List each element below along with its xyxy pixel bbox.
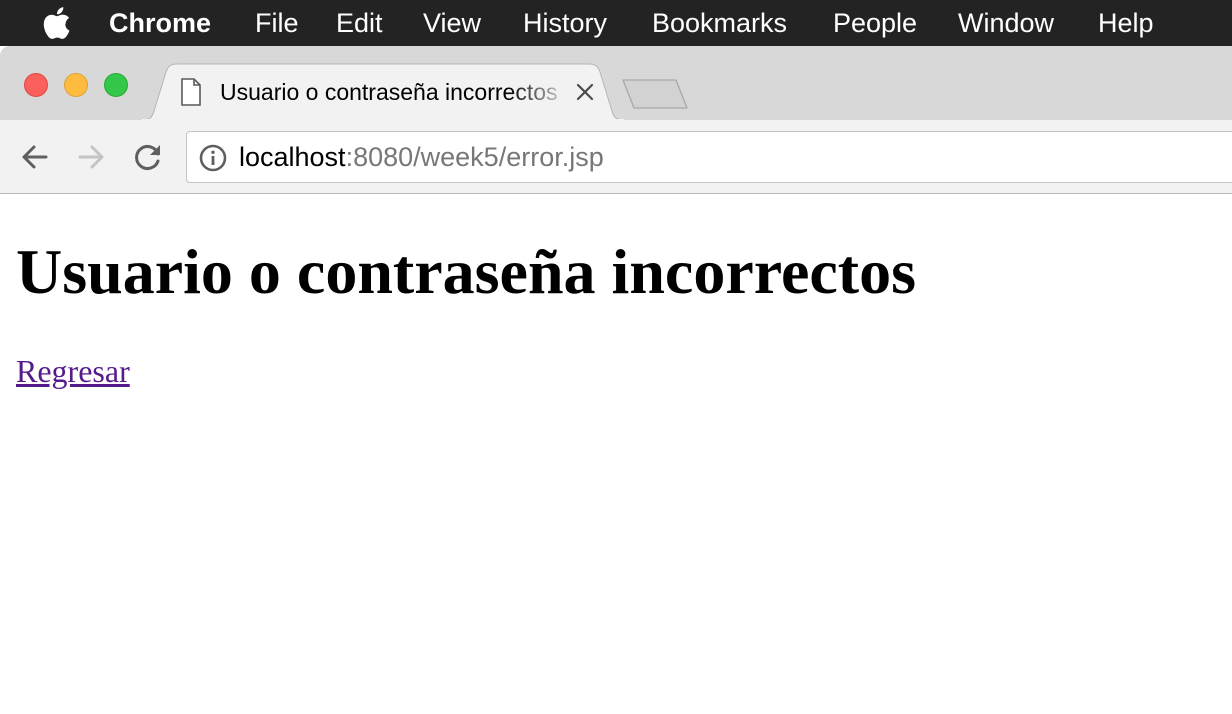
url-text[interactable]: localhost:8080/week5/error.jsp [239, 132, 604, 182]
menu-help[interactable]: Help [1098, 6, 1154, 40]
address-bar[interactable]: localhost:8080/week5/error.jsp [186, 131, 1232, 183]
new-tab-button[interactable] [620, 77, 690, 111]
url-path: :8080/week5/error.jsp [345, 142, 604, 172]
menu-chrome[interactable]: Chrome [109, 6, 211, 40]
tab-title: Usuario o contraseña incorrectos [220, 78, 558, 105]
close-window-button[interactable] [24, 73, 48, 97]
menu-history[interactable]: History [523, 6, 607, 40]
minimize-window-button[interactable] [64, 73, 88, 97]
menu-window[interactable]: Window [958, 6, 1054, 40]
page-content: Usuario o contraseña incorrectos Regresa… [0, 194, 1232, 714]
page-heading: Usuario o contraseña incorrectos [16, 236, 916, 307]
back-arrow-icon[interactable] [18, 140, 52, 174]
url-host: localhost [239, 142, 346, 172]
menu-edit[interactable]: Edit [336, 6, 383, 40]
apple-icon[interactable] [41, 6, 71, 40]
forward-arrow-icon[interactable] [74, 140, 108, 174]
tab-strip: Usuario o contraseña incorrectos [0, 46, 1232, 121]
menu-file[interactable]: File [255, 6, 299, 40]
menu-bar: Chrome File Edit View History Bookmarks … [0, 0, 1232, 46]
back-link[interactable]: Regresar [16, 352, 130, 390]
toolbar: localhost:8080/week5/error.jsp [0, 120, 1232, 194]
active-tab[interactable]: Usuario o contraseña incorrectos [176, 72, 626, 112]
info-icon[interactable] [198, 143, 228, 173]
document-icon [181, 78, 201, 106]
browser-window: Usuario o contraseña incorrectos localho… [0, 46, 1232, 194]
menu-bookmarks[interactable]: Bookmarks [652, 6, 787, 40]
menu-view[interactable]: View [423, 6, 481, 40]
close-icon[interactable] [573, 80, 597, 104]
reload-icon[interactable] [131, 140, 165, 174]
menu-people[interactable]: People [833, 6, 917, 40]
zoom-window-button[interactable] [104, 73, 128, 97]
